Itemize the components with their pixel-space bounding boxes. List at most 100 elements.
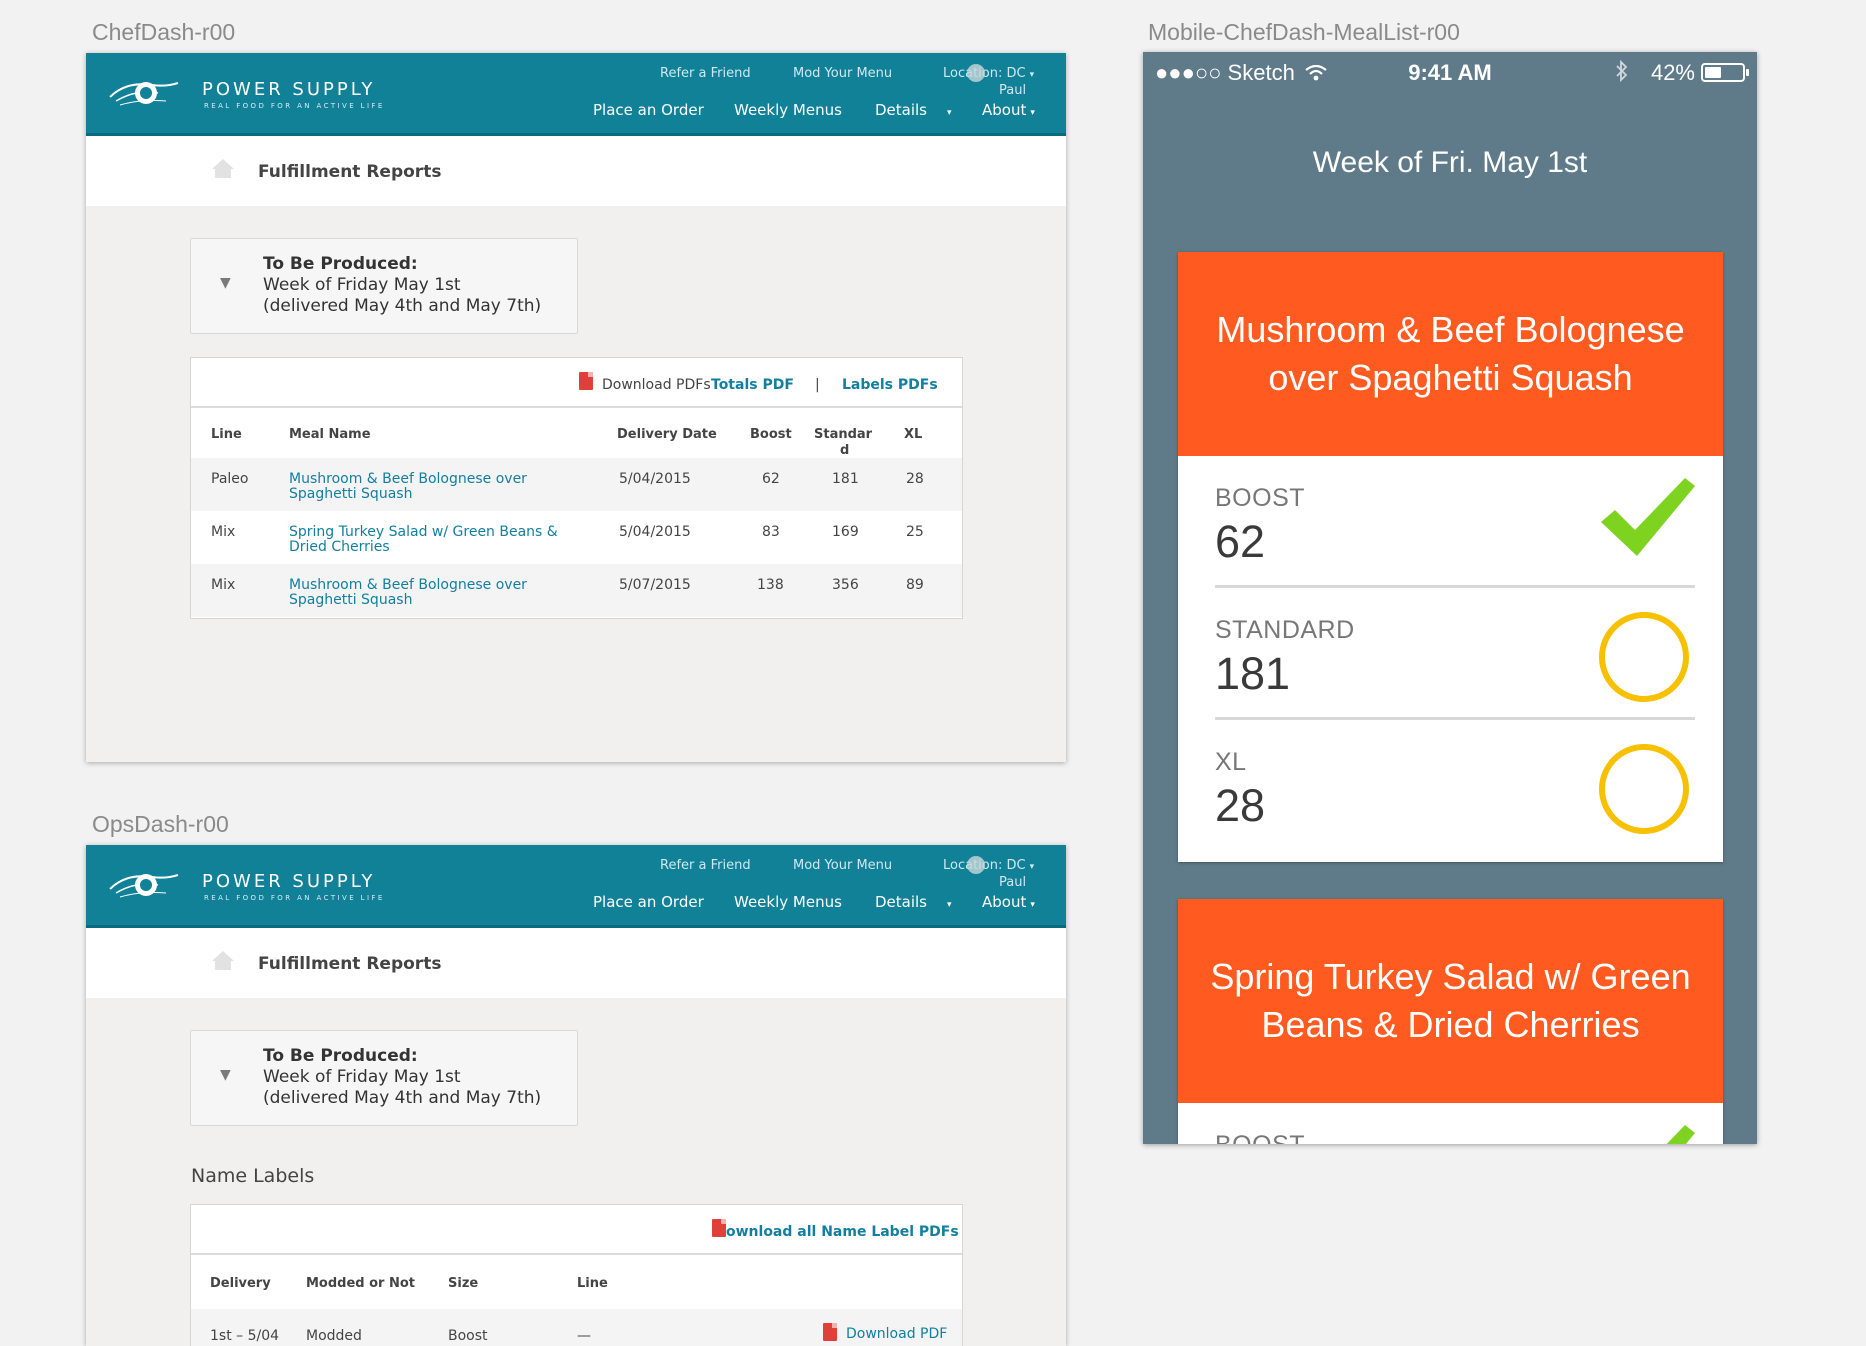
cell-line: — [577,1328,591,1344]
produced-delivered: (delivered May 4th and May 7th) [263,1088,542,1108]
size-count: 181 [1215,648,1291,699]
table-toolbar: ownload all Name Label PDFs [191,1205,962,1255]
check-icon[interactable] [1601,1125,1695,1144]
name-labels-table-card: ownload all Name Label PDFs Delivery Mod… [190,1204,963,1346]
col-boost: Boost [750,427,792,442]
col-line: Line [577,1276,608,1291]
col-standard: Standar [814,427,873,442]
cell-boost: 83 [762,524,780,540]
size-row-boost[interactable]: BOOST [1215,1103,1695,1144]
col-delivery-date[interactable]: Delivery Date [617,427,717,442]
nav-weekly-menus[interactable]: Weekly Menus [734,893,842,911]
size-label: XL [1215,748,1247,776]
cell-date: 5/04/2015 [619,471,691,487]
cursor-indicator [967,64,985,82]
cell-standard: 356 [832,577,859,593]
power-supply-logo[interactable]: POWER SUPPLY REAL FOOD FOR AN ACTIVE LIF… [106,71,406,117]
nav-weekly-menus[interactable]: Weekly Menus [734,101,842,119]
home-icon[interactable] [211,949,235,971]
home-icon[interactable] [211,157,235,179]
mod-your-menu-link[interactable]: Mod Your Menu [793,858,892,873]
cell-delivery: 1st – 5/04 [210,1328,280,1344]
nav-details[interactable]: Details ▾ [875,893,952,911]
location-selector[interactable]: Location: DC▾ Paul [943,64,1035,99]
download-pdf-link[interactable]: Download PDF [846,1327,947,1342]
circle-icon[interactable] [1599,744,1689,834]
nav-details[interactable]: Details ▾ [875,101,952,119]
size-count: 62 [1215,516,1266,567]
produced-week: Week of Friday May 1st [263,275,461,295]
chefdash-artboard: POWER SUPPLY REAL FOOD FOR AN ACTIVE LIF… [86,53,1066,762]
cell-size: Boost [448,1328,488,1344]
meal-card[interactable]: Mushroom & Beef Bolognese over Spaghetti… [1178,252,1723,862]
circle-icon[interactable] [1599,612,1689,702]
produced-week: Week of Friday May 1st [263,1067,461,1087]
size-row-xl[interactable]: XL 28 [1215,720,1695,852]
mod-your-menu-link[interactable]: Mod Your Menu [793,66,892,81]
nav-place-order[interactable]: Place an Order [593,893,704,911]
meal-name-link[interactable]: Mushroom & Beef Bolognese over Spaghetti… [289,578,527,608]
cell-line: Mix [211,577,236,593]
location-selector[interactable]: Location: DC▾ Paul [943,856,1034,891]
caret-down-icon: ▾ [1029,70,1035,80]
cell-boost: 62 [762,471,780,487]
meal-name-line1: Mushroom & Beef Bolognese over [289,577,527,593]
cell-date: 5/07/2015 [619,577,691,593]
pdf-icon [823,1323,837,1341]
refer-a-friend-link[interactable]: Refer a Friend [660,858,751,873]
size-row-standard[interactable]: STANDARD 181 [1215,588,1695,720]
top-nav-bar: POWER SUPPLY REAL FOOD FOR AN ACTIVE LIF… [86,845,1066,928]
opsdash-artboard: POWER SUPPLY REAL FOOD FOR AN ACTIVE LIF… [86,845,1066,1346]
mobile-meal-list-screen: ●●●○○ Sketch 9:41 AM 42% Week of Fri. Ma… [1143,52,1757,1144]
table-row: Paleo Mushroom & Beef Bolognese over Spa… [191,458,962,511]
nav-place-order[interactable]: Place an Order [593,101,704,119]
col-standard-wrap: d [840,443,850,458]
download-pdfs-label: Download PDFs [602,377,711,393]
artboard-title-chef: ChefDash-r00 [92,19,236,45]
top-nav-bar: POWER SUPPLY REAL FOOD FOR AN ACTIVE LIF… [86,53,1066,136]
cell-boost: 138 [757,577,784,593]
ios-status-bar: ●●●○○ Sketch 9:41 AM 42% [1143,52,1757,92]
nav-about-label: About [982,101,1027,119]
size-label: BOOST [1215,1131,1305,1144]
col-delivery: Delivery [210,1276,271,1291]
nav-details-label: Details [875,101,928,119]
check-icon[interactable] [1601,478,1695,558]
bluetooth-icon [1616,60,1628,82]
battery-icon [1701,63,1749,82]
toolbar-separator: | [815,377,820,393]
cell-line: Paleo [211,471,249,487]
produced-heading: To Be Produced: [263,254,418,274]
table-toolbar: Download PDFs Totals PDF | Labels PDFs [191,358,962,408]
to-be-produced-toggle[interactable]: ▼ To Be Produced: Week of Friday May 1st… [190,1030,578,1126]
meal-card-header: Spring Turkey Salad w/ Green Beans & Dri… [1178,899,1723,1103]
brand-name: POWER SUPPLY [202,79,376,100]
meal-card[interactable]: Spring Turkey Salad w/ Green Beans & Dri… [1178,899,1723,1144]
pdf-icon [712,1219,726,1237]
table-row: 1st – 5/04 Modded Boost — Download PDF [191,1309,962,1346]
cell-date: 5/04/2015 [619,524,691,540]
col-modded: Modded or Not [306,1276,416,1291]
triangle-down-icon: ▼ [220,1067,231,1083]
to-be-produced-toggle[interactable]: ▼ To Be Produced: Week of Friday May 1st… [190,238,578,334]
nav-about[interactable]: About ▾ [982,101,1035,119]
pdf-icon [579,372,593,390]
size-row-boost[interactable]: BOOST 62 [1215,456,1695,588]
page-title: Fulfillment Reports [258,954,442,974]
size-count: 28 [1215,780,1266,831]
totals-pdf-link[interactable]: Totals PDF [711,377,794,393]
cell-xl: 25 [906,524,924,540]
nav-about[interactable]: About ▾ [982,893,1035,911]
refer-a-friend-link[interactable]: Refer a Friend [660,66,751,81]
caret-down-icon: ▾ [947,900,952,910]
meal-name-link[interactable]: Mushroom & Beef Bolognese over Spaghetti… [289,472,527,502]
caret-down-icon: ▾ [947,108,952,118]
meal-name-link[interactable]: Spring Turkey Salad w/ Green Beans & Dri… [289,525,558,555]
cursor-indicator [967,856,985,874]
download-all-labels-link[interactable]: ownload all Name Label PDFs [726,1224,959,1240]
meal-name: Spring Turkey Salad w/ Green Beans & Dri… [1210,956,1691,1045]
labels-pdfs-link[interactable]: Labels PDFs [842,377,938,393]
page-header: Fulfillment Reports [86,136,1066,206]
power-supply-logo[interactable]: POWER SUPPLY REAL FOOD FOR AN ACTIVE LIF… [106,863,406,909]
name-labels-heading: Name Labels [191,1165,315,1187]
